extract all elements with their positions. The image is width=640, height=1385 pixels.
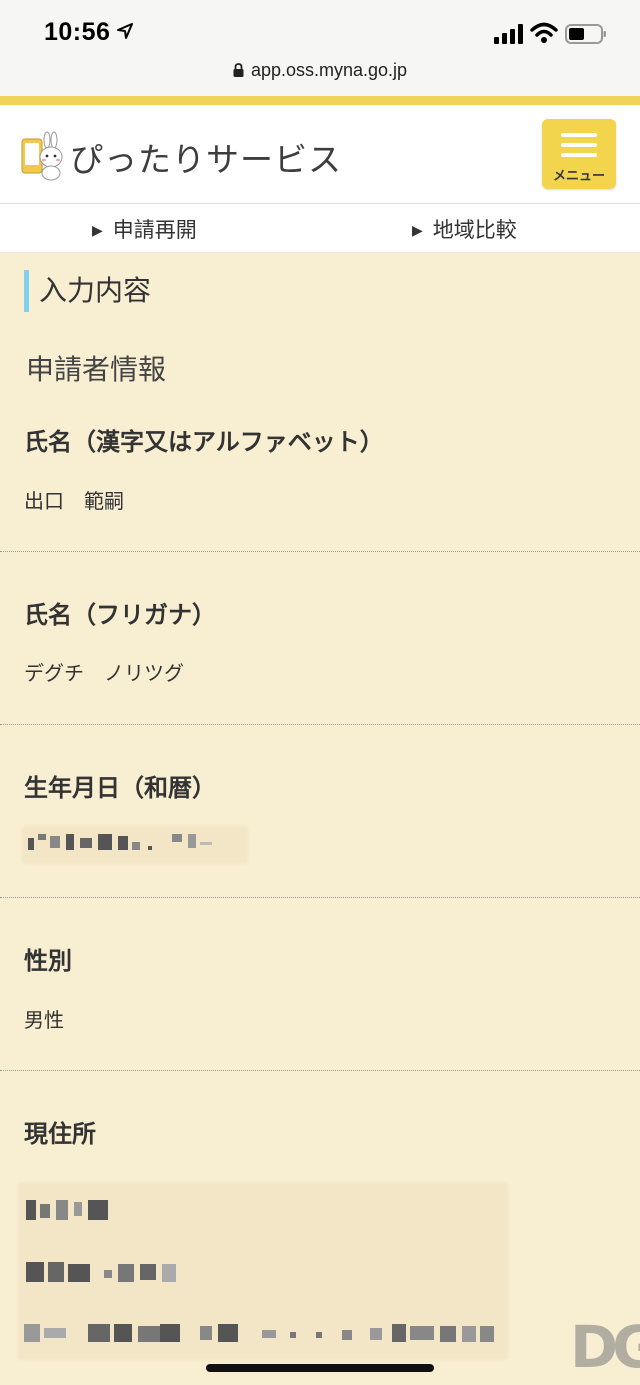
home-indicator[interactable]: [206, 1364, 434, 1372]
menu-label: メニュー: [552, 169, 605, 184]
name-kanji-label: 氏名（漢字又はアルファベット）: [24, 428, 384, 456]
header-accent-line: [0, 96, 640, 105]
gender-label: 性別: [24, 947, 72, 975]
regional-comparison-link[interactable]: ▶ 地域比較: [412, 214, 517, 244]
section-title: 入力内容: [24, 270, 151, 312]
divider: [0, 551, 640, 552]
resume-application-link[interactable]: ▶ 申請再開: [92, 214, 197, 244]
resume-application-label: 申請再開: [112, 218, 197, 242]
url-text: app.oss.myna.go.jp: [250, 60, 408, 80]
sub-navigation: ▶ 申請再開 ▶ 地域比較: [0, 204, 640, 253]
applicant-info-heading: 申請者情報: [26, 353, 167, 386]
name-furigana-value: デグチ ノリツグ: [24, 661, 184, 685]
triangle-right-icon: ▶: [412, 223, 423, 239]
regional-comparison-label: 地域比較: [432, 218, 517, 242]
divider: [0, 897, 640, 898]
menu-button[interactable]: メニュー: [542, 119, 616, 189]
triangle-right-icon: ▶: [92, 223, 103, 239]
name-kanji-value: 出口 範嗣: [24, 489, 124, 513]
hamburger-icon: [561, 133, 597, 137]
name-furigana-label: 氏名（フリガナ）: [24, 601, 216, 629]
clock: 10:56: [44, 18, 111, 46]
address-label: 現住所: [24, 1120, 96, 1148]
cellular-signal-icon: [494, 24, 523, 44]
hamburger-icon-bar: [561, 143, 597, 147]
birthdate-label: 生年月日（和暦）: [24, 774, 216, 802]
lock-icon: [233, 63, 244, 77]
status-bar: 10:56 app.oss.myna.go.jp: [0, 0, 640, 96]
site-brand[interactable]: ぴったりサービス: [70, 133, 342, 181]
mynaportal-rabbit-logo-icon[interactable]: [20, 131, 64, 181]
gender-value: 男性: [24, 1008, 64, 1032]
hamburger-icon-bar: [561, 153, 597, 157]
divider: [0, 1070, 640, 1071]
watermark-logo: DG: [570, 1313, 640, 1381]
location-arrow-icon: [117, 23, 133, 39]
wifi-icon: [530, 22, 558, 43]
site-header: ぴったりサービス メニュー: [0, 105, 640, 204]
address-bar[interactable]: app.oss.myna.go.jp: [0, 60, 640, 81]
battery-icon: [565, 24, 606, 44]
divider: [0, 724, 640, 725]
